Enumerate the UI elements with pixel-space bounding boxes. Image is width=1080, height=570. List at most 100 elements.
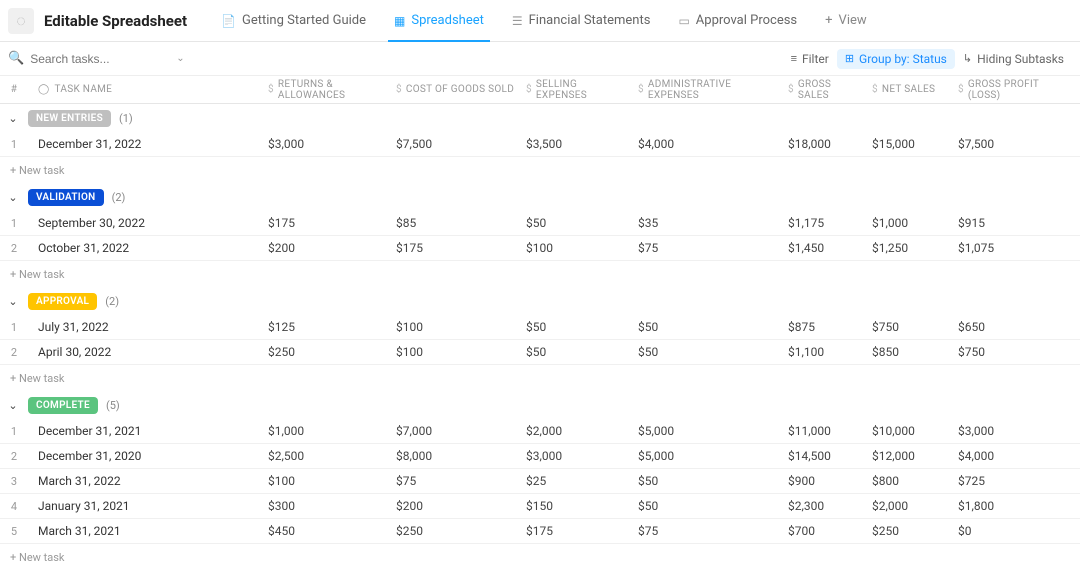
cell-gross-profit[interactable]: $7,500 <box>950 137 1070 151</box>
cell-returns[interactable]: $200 <box>260 241 388 255</box>
cell-returns[interactable]: $125 <box>260 320 388 334</box>
table-row[interactable]: 1December 31, 2021$1,000$7,000$2,000$5,0… <box>0 419 1080 444</box>
cell-cogs[interactable]: $100 <box>388 345 518 359</box>
chevron-down-icon[interactable]: ⌄ <box>6 295 20 308</box>
col-admin[interactable]: $ADMINISTRATIVE EXPENSES <box>630 79 780 101</box>
tab-spreadsheet[interactable]: ▦ Spreadsheet <box>380 0 498 41</box>
table-row[interactable]: 5March 31, 2021$450$250$175$75$700$250$0 <box>0 519 1080 544</box>
add-view-button[interactable]: + View <box>811 13 881 28</box>
cell-task[interactable]: March 31, 2022 <box>28 474 260 488</box>
new-task-button[interactable]: + New task <box>0 261 1080 287</box>
cell-task[interactable]: December 31, 2020 <box>28 449 260 463</box>
tab-financial-statements[interactable]: ☰ Financial Statements <box>498 0 665 41</box>
cell-cogs[interactable]: $100 <box>388 320 518 334</box>
cell-gross-sales[interactable]: $1,100 <box>780 345 864 359</box>
cell-gross-profit[interactable]: $3,000 <box>950 424 1070 438</box>
cell-gross-sales[interactable]: $700 <box>780 524 864 538</box>
tab-approval-process[interactable]: ▭ Approval Process <box>664 0 811 41</box>
col-cogs[interactable]: $COST OF GOODS SOLD <box>388 84 518 95</box>
cell-gross-sales[interactable]: $900 <box>780 474 864 488</box>
cell-admin[interactable]: $5,000 <box>630 424 780 438</box>
chevron-down-icon[interactable]: ⌄ <box>176 53 184 64</box>
table-row[interactable]: 2October 31, 2022$200$175$100$75$1,450$1… <box>0 236 1080 261</box>
col-selling[interactable]: $SELLING EXPENSES <box>518 79 630 101</box>
tab-getting-started[interactable]: 📄 Getting Started Guide <box>207 0 380 41</box>
col-net-sales[interactable]: $NET SALES <box>864 84 950 95</box>
cell-gross-profit[interactable]: $650 <box>950 320 1070 334</box>
cell-returns[interactable]: $3,000 <box>260 137 388 151</box>
chevron-down-icon[interactable]: ⌄ <box>6 112 20 125</box>
table-row[interactable]: 2December 31, 2020$2,500$8,000$3,000$5,0… <box>0 444 1080 469</box>
col-returns[interactable]: $RETURNS & ALLOWANCES <box>260 79 388 101</box>
cell-selling[interactable]: $150 <box>518 499 630 513</box>
hiding-button[interactable]: ↳ Hiding Subtasks <box>955 49 1072 69</box>
cell-admin[interactable]: $5,000 <box>630 449 780 463</box>
cell-cogs[interactable]: $175 <box>388 241 518 255</box>
search-input[interactable] <box>30 52 170 66</box>
cell-selling[interactable]: $50 <box>518 320 630 334</box>
filter-button[interactable]: ≡ Filter <box>783 49 837 69</box>
cell-returns[interactable]: $250 <box>260 345 388 359</box>
cell-returns[interactable]: $2,500 <box>260 449 388 463</box>
table-row[interactable]: 3March 31, 2022$100$75$25$50$900$800$725 <box>0 469 1080 494</box>
cell-gross-sales[interactable]: $18,000 <box>780 137 864 151</box>
cell-selling[interactable]: $100 <box>518 241 630 255</box>
cell-cogs[interactable]: $250 <box>388 524 518 538</box>
col-task[interactable]: ◯ TASK NAME <box>28 84 260 95</box>
groupby-button[interactable]: ⊞ Group by: Status <box>837 49 955 69</box>
cell-admin[interactable]: $50 <box>630 345 780 359</box>
cell-selling[interactable]: $2,000 <box>518 424 630 438</box>
cell-task[interactable]: December 31, 2021 <box>28 424 260 438</box>
cell-gross-profit[interactable]: $1,075 <box>950 241 1070 255</box>
new-task-button[interactable]: + New task <box>0 544 1080 570</box>
cell-gross-profit[interactable]: $4,000 <box>950 449 1070 463</box>
cell-selling[interactable]: $3,000 <box>518 449 630 463</box>
table-row[interactable]: 2April 30, 2022$250$100$50$50$1,100$850$… <box>0 340 1080 365</box>
new-task-button[interactable]: + New task <box>0 365 1080 391</box>
cell-task[interactable]: April 30, 2022 <box>28 345 260 359</box>
cell-gross-profit[interactable]: $750 <box>950 345 1070 359</box>
cell-gross-profit[interactable]: $0 <box>950 524 1070 538</box>
cell-gross-sales[interactable]: $875 <box>780 320 864 334</box>
cell-admin[interactable]: $75 <box>630 241 780 255</box>
cell-returns[interactable]: $175 <box>260 216 388 230</box>
cell-net-sales[interactable]: $15,000 <box>864 137 950 151</box>
cell-gross-sales[interactable]: $14,500 <box>780 449 864 463</box>
cell-net-sales[interactable]: $10,000 <box>864 424 950 438</box>
cell-net-sales[interactable]: $1,000 <box>864 216 950 230</box>
table-row[interactable]: 1July 31, 2022$125$100$50$50$875$750$650 <box>0 315 1080 340</box>
cell-net-sales[interactable]: $250 <box>864 524 950 538</box>
cell-admin[interactable]: $50 <box>630 320 780 334</box>
status-badge[interactable]: NEW ENTRIES <box>28 110 111 127</box>
cell-returns[interactable]: $300 <box>260 499 388 513</box>
cell-task[interactable]: March 31, 2021 <box>28 524 260 538</box>
cell-selling[interactable]: $50 <box>518 216 630 230</box>
col-gross-sales[interactable]: $GROSS SALES <box>780 79 864 101</box>
cell-selling[interactable]: $175 <box>518 524 630 538</box>
cell-net-sales[interactable]: $800 <box>864 474 950 488</box>
cell-task[interactable]: September 30, 2022 <box>28 216 260 230</box>
cell-net-sales[interactable]: $750 <box>864 320 950 334</box>
cell-cogs[interactable]: $200 <box>388 499 518 513</box>
cell-net-sales[interactable]: $2,000 <box>864 499 950 513</box>
cell-admin[interactable]: $4,000 <box>630 137 780 151</box>
col-gross-profit[interactable]: $GROSS PROFIT (LOSS) <box>950 79 1070 101</box>
cell-gross-sales[interactable]: $1,175 <box>780 216 864 230</box>
chevron-down-icon[interactable]: ⌄ <box>6 191 20 204</box>
table-row[interactable]: 1September 30, 2022$175$85$50$35$1,175$1… <box>0 211 1080 236</box>
cell-returns[interactable]: $450 <box>260 524 388 538</box>
status-badge[interactable]: COMPLETE <box>28 397 98 414</box>
cell-gross-profit[interactable]: $1,800 <box>950 499 1070 513</box>
cell-net-sales[interactable]: $850 <box>864 345 950 359</box>
cell-admin[interactable]: $35 <box>630 216 780 230</box>
cell-gross-sales[interactable]: $1,450 <box>780 241 864 255</box>
cell-selling[interactable]: $50 <box>518 345 630 359</box>
cell-admin[interactable]: $75 <box>630 524 780 538</box>
chevron-down-icon[interactable]: ⌄ <box>6 399 20 412</box>
cell-selling[interactable]: $25 <box>518 474 630 488</box>
cell-cogs[interactable]: $85 <box>388 216 518 230</box>
cell-cogs[interactable]: $8,000 <box>388 449 518 463</box>
cell-net-sales[interactable]: $12,000 <box>864 449 950 463</box>
cell-admin[interactable]: $50 <box>630 474 780 488</box>
cell-gross-profit[interactable]: $725 <box>950 474 1070 488</box>
